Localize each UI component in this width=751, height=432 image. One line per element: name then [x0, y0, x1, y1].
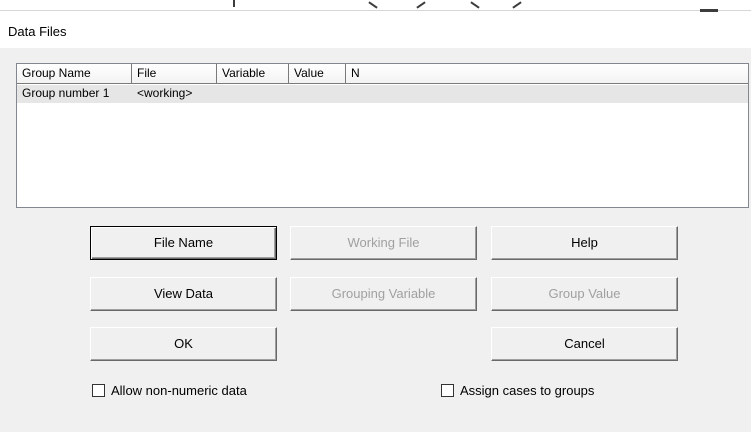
background-artifact: [470, 1, 480, 9]
group-value-button[interactable]: Group Value: [491, 277, 678, 311]
background-artifact: [233, 0, 235, 7]
cell-file: <working>: [137, 86, 193, 100]
background-artifact: [700, 9, 718, 12]
cancel-button[interactable]: Cancel: [491, 327, 678, 361]
grouping-variable-button[interactable]: Grouping Variable: [290, 277, 477, 311]
assign-cases-label: Assign cases to groups: [460, 382, 595, 398]
data-files-list[interactable]: Group Name File Variable Value N Group n…: [16, 63, 749, 208]
file-name-button[interactable]: File Name: [90, 226, 277, 260]
background-window-strip: [0, 0, 751, 14]
column-header-n[interactable]: N: [346, 64, 748, 84]
column-header-variable[interactable]: Variable: [217, 64, 289, 84]
column-header-value[interactable]: Value: [289, 64, 346, 84]
allow-non-numeric-checkbox[interactable]: Allow non-numeric data: [92, 382, 247, 398]
list-header: Group Name File Variable Value N: [17, 64, 748, 84]
dialog-title: Data Files: [8, 24, 67, 39]
cell-variable: [217, 85, 289, 103]
background-artifact: [512, 1, 522, 9]
checkbox-box[interactable]: [92, 383, 105, 397]
cell-n: [346, 85, 748, 103]
view-data-button[interactable]: View Data: [90, 277, 277, 311]
dialog-client-area: Group Name File Variable Value N Group n…: [0, 48, 751, 432]
working-file-button[interactable]: Working File: [290, 226, 477, 260]
table-row[interactable]: Group number 1 <working>: [17, 85, 748, 103]
background-divider: [0, 10, 751, 11]
column-header-file[interactable]: File: [132, 64, 217, 84]
assign-cases-checkbox[interactable]: Assign cases to groups: [441, 382, 594, 398]
dialog-titlebar[interactable]: Data Files: [0, 14, 751, 48]
background-artifact: [368, 1, 378, 9]
cell-group-name: Group number 1: [22, 86, 110, 100]
column-header-group-name[interactable]: Group Name: [17, 64, 132, 84]
ok-button[interactable]: OK: [90, 327, 277, 361]
allow-non-numeric-label: Allow non-numeric data: [111, 382, 247, 398]
help-button[interactable]: Help: [491, 226, 678, 260]
background-artifact: [416, 1, 426, 9]
cell-value: [289, 85, 346, 103]
checkbox-box[interactable]: [441, 383, 454, 397]
